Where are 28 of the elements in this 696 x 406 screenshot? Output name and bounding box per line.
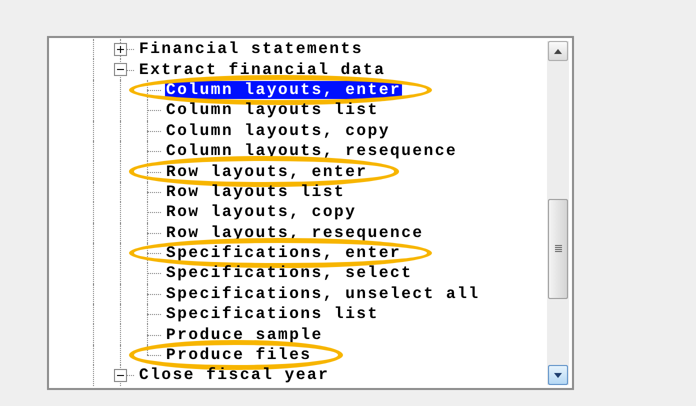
tree-item[interactable]: Specifications, select: [165, 264, 414, 282]
tree-item[interactable]: Specifications list: [165, 305, 380, 324]
scroll-thumb[interactable]: [548, 199, 568, 299]
expand-toggle[interactable]: [114, 368, 127, 382]
tree-item[interactable]: Row layouts, resequence: [165, 224, 425, 242]
scroll-down-button[interactable]: [548, 365, 568, 385]
tree-item[interactable]: Produce sample: [165, 326, 324, 344]
tree-item[interactable]: Column layouts, resequence: [165, 142, 458, 160]
tree-item[interactable]: Specifications, enter: [165, 244, 402, 262]
tree-item[interactable]: Close fiscal year: [138, 366, 330, 384]
grip-icon: [554, 245, 562, 253]
expand-toggle[interactable]: [114, 63, 127, 76]
tree-item[interactable]: Row layouts, enter: [165, 162, 369, 181]
tree-item[interactable]: Financial statements: [138, 40, 364, 58]
tree-item[interactable]: Column layouts, copy: [165, 122, 392, 140]
up-arrow-icon: [554, 48, 562, 54]
tree-item[interactable]: Row layouts, copy: [165, 203, 358, 222]
scroll-up-button[interactable]: [548, 41, 568, 61]
tree-item[interactable]: Produce files: [165, 346, 313, 364]
tree-item[interactable]: Specifications, unselect all: [165, 284, 481, 303]
expand-toggle[interactable]: [114, 42, 127, 56]
scrollbar[interactable]: [547, 41, 569, 385]
down-arrow-icon: [554, 372, 562, 378]
tree-item[interactable]: Column layouts, enter: [165, 80, 402, 99]
tree-item[interactable]: Row layouts list: [165, 182, 346, 201]
tree-item[interactable]: Column layouts list: [165, 101, 380, 120]
plus-icon: [116, 44, 125, 54]
tree-item[interactable]: Extract financial data: [138, 60, 386, 79]
